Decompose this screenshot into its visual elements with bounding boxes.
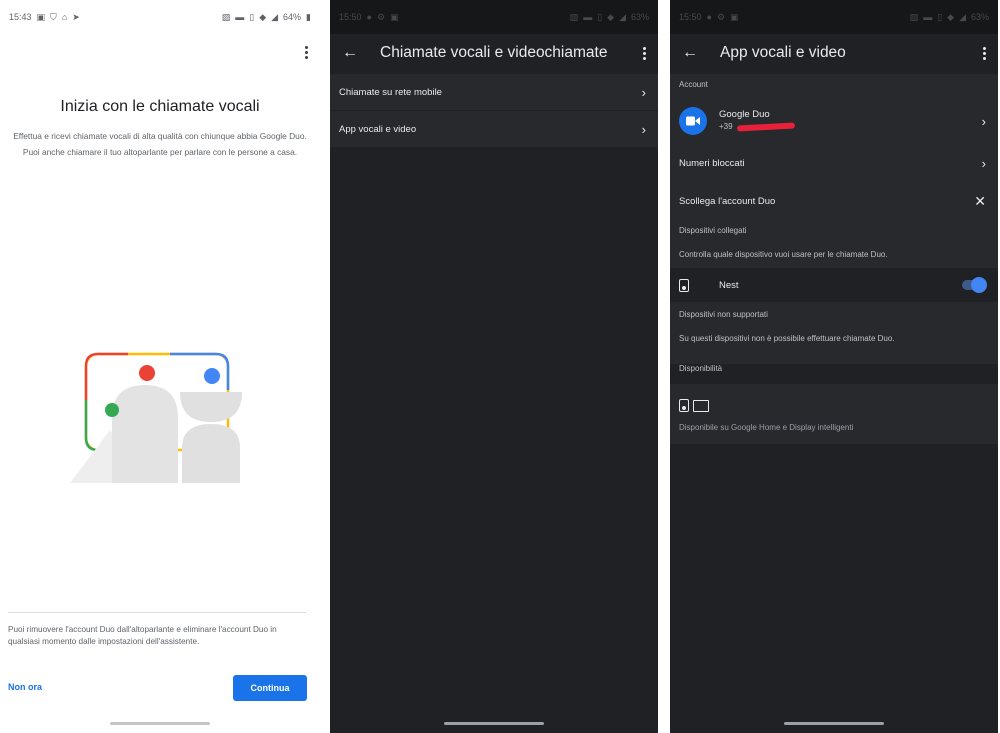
back-arrow-icon[interactable]: ← — [340, 44, 360, 62]
nest-toggle[interactable] — [962, 277, 987, 293]
list-item-unlink-duo[interactable]: Scollega l'account Duo ✕ — [670, 184, 998, 218]
nfc-icon: ▨ — [569, 11, 579, 22]
nfc-icon: ▨ — [221, 11, 231, 22]
account-row-google-duo[interactable]: Google Duo +39 › — [670, 98, 998, 144]
phone-screen-calls: 15:50 ● ⚙ ▣ ▨ ▬ ▯ ◆ ◢ 63% ← Chiamate voc… — [330, 0, 658, 733]
page-title: App vocali e video — [720, 44, 846, 61]
voice-call-illustration — [70, 352, 242, 483]
list-item-label: App vocali e video — [339, 123, 417, 135]
section-label-account: Account — [679, 80, 708, 89]
volte-icon: ▬ — [235, 12, 245, 22]
settings-icon: ⚙ — [376, 11, 386, 22]
availability-icons — [679, 399, 709, 412]
linked-devices-description: Controlla quale dispositivo vuoi usare p… — [679, 250, 888, 259]
list-item-voice-video-apps[interactable]: App vocali e video › — [330, 111, 658, 147]
list-item-mobile-calls[interactable]: Chiamate su rete mobile › — [330, 74, 658, 110]
account-phone-number: +39 — [719, 122, 733, 131]
signal-icon: ◢ — [619, 11, 626, 22]
nfc-icon: ▨ — [909, 11, 919, 22]
device-name: Nest — [719, 279, 739, 291]
more-options-icon[interactable] — [638, 46, 650, 60]
app-bar: ← Chiamate vocali e videochiamate — [330, 34, 658, 72]
more-options-icon[interactable] — [300, 46, 312, 59]
phone-screen-intro: 15:43 ▣ ⛉ ⌂ ➤ ▨ ▬ ▯ ◆ ◢ 64% ▮ Inizia con… — [0, 0, 320, 733]
list-item-label: Numeri bloccati — [679, 157, 745, 169]
availability-description: Disponibile su Google Home e Display int… — [679, 423, 854, 432]
shield-icon: ⛉ — [50, 11, 57, 22]
section-label-linked-devices: Dispositivi collegati — [679, 226, 747, 235]
list-item-blocked-numbers[interactable]: Numeri bloccati › — [670, 146, 998, 180]
close-icon[interactable]: ✕ — [974, 193, 986, 210]
status-bar: 15:50 ● ⚙ ▣ ▨ ▬ ▯ ◆ ◢ 63% — [670, 0, 998, 34]
app-bar: ← App vocali e video — [670, 34, 998, 72]
status-time: 15:50 — [339, 12, 362, 22]
chevron-right-icon: › — [641, 84, 646, 100]
signal-icon: ◢ — [271, 11, 279, 22]
volte-icon: ▬ — [583, 12, 593, 22]
vibrate-icon: ▯ — [249, 11, 255, 22]
status-bar: 15:50 ● ⚙ ▣ ▨ ▬ ▯ ◆ ◢ 63% — [330, 0, 658, 34]
battery-icon: ▮ — [306, 11, 311, 22]
chevron-right-icon: › — [981, 113, 986, 129]
list-item-label: Scollega l'account Duo — [679, 195, 776, 207]
page-title: Inizia con le chiamate vocali — [60, 98, 260, 115]
display-icon — [693, 399, 709, 412]
nav-gesture-bar[interactable] — [784, 722, 884, 725]
battery-percent: 63% — [630, 12, 649, 22]
unsupported-devices-description: Su questi dispositivi non è possibile ef… — [679, 334, 895, 343]
gallery-icon: ▣ — [36, 11, 46, 22]
page-title: Chiamate vocali e videochiamate — [380, 44, 608, 61]
volte-icon: ▬ — [923, 12, 933, 22]
duo-app-icon — [679, 107, 707, 135]
phone-screen-voice-video-apps: 15:50 ● ⚙ ▣ ▨ ▬ ▯ ◆ ◢ 63% ← App vocali e… — [670, 0, 998, 733]
redaction-mark — [736, 121, 795, 132]
location-icon: ● — [366, 12, 372, 22]
device-row-nest[interactable]: Nest — [670, 268, 998, 302]
vibrate-icon: ▯ — [597, 11, 603, 22]
chevron-right-icon: › — [641, 121, 646, 137]
wifi-icon: ◆ — [607, 11, 615, 22]
gallery-icon: ▣ — [730, 11, 739, 22]
page-description: Effettua e ricevi chiamate vocali di alt… — [13, 131, 307, 157]
nav-gesture-bar[interactable] — [110, 722, 210, 725]
wifi-icon: ◆ — [259, 11, 267, 22]
location-icon: ● — [706, 12, 712, 22]
section-label-unsupported-devices: Dispositivi non supportati — [679, 310, 768, 319]
status-time: 15:50 — [679, 12, 702, 22]
more-options-icon[interactable] — [978, 46, 990, 60]
footer-note: Puoi rimuovere l'account Duo dall'altopa… — [8, 625, 277, 646]
speaker-icon — [679, 399, 689, 412]
status-bar: 15:43 ▣ ⛉ ⌂ ➤ ▨ ▬ ▯ ◆ ◢ 64% ▮ — [0, 0, 320, 34]
nav-gesture-bar[interactable] — [444, 722, 544, 725]
section-label-availability: Disponibilità — [670, 364, 998, 384]
status-time: 15:43 — [9, 12, 32, 22]
vibrate-icon: ▯ — [937, 11, 943, 22]
battery-percent: 63% — [970, 12, 989, 22]
gallery-icon: ▣ — [390, 11, 399, 22]
home-icon: ⌂ — [61, 12, 68, 22]
settings-icon: ⚙ — [716, 11, 726, 22]
send-icon: ➤ — [72, 11, 80, 22]
back-arrow-icon[interactable]: ← — [680, 44, 700, 62]
continue-button[interactable]: Continua — [233, 675, 307, 701]
battery-percent: 64% — [283, 12, 302, 22]
chevron-right-icon: › — [981, 155, 986, 171]
not-now-button[interactable]: Non ora — [8, 682, 42, 692]
list-item-label: Chiamate su rete mobile — [339, 86, 442, 98]
signal-icon: ◢ — [959, 11, 966, 22]
divider — [8, 612, 306, 613]
speaker-icon — [679, 278, 689, 292]
wifi-icon: ◆ — [947, 11, 955, 22]
account-name: Google Duo — [719, 109, 770, 120]
